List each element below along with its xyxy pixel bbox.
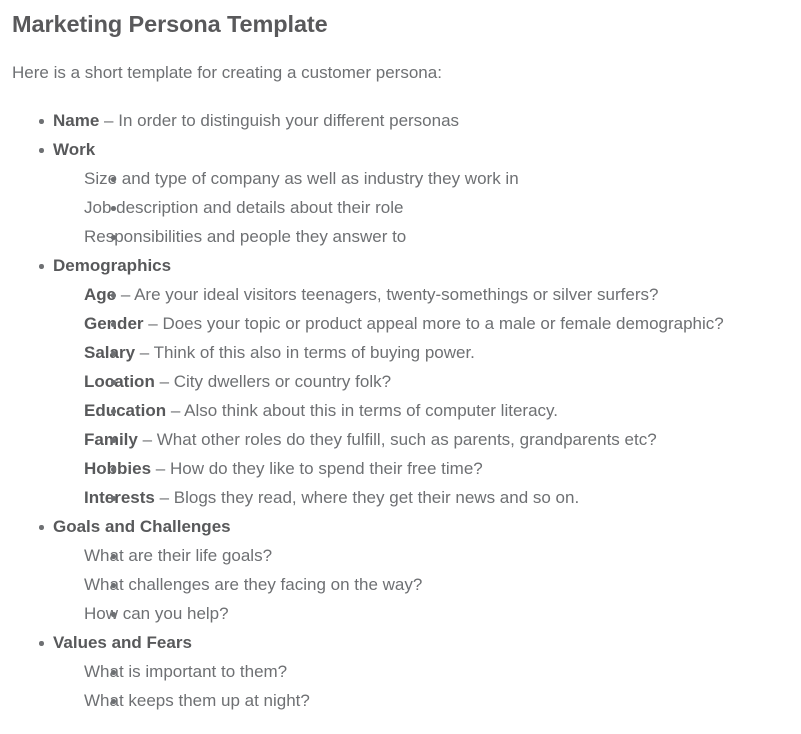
outline-description: Also think about this in terms of comput… [184,401,558,420]
outline-sublist: Size and type of company as well as indu… [53,164,789,251]
outline-sublist: What is important to them? What keeps the… [53,657,789,715]
outline-row-education: Education – Also think about this in ter… [84,396,789,425]
outline-term: Interests [84,488,155,507]
outline-row-job-description-and-details-about-their-role: Job description and details about their … [84,193,789,222]
outline-item: Name – In order to distinguish your diff… [12,106,789,135]
outline-row-size-and-type-of-company-as-well-as-industry-they-work-in: Size and type of company as well as indu… [84,164,789,193]
en-dash-separator: – [154,372,174,391]
outline-subitem: What challenges are they facing on the w… [53,570,789,599]
outline-row-what-challenges-are-they-facing-on-the-way: What challenges are they facing on the w… [84,570,789,599]
outline-term: Education [84,401,167,420]
en-dash-separator: – [99,111,119,130]
outline-row-how-can-you-help: How can you help? [84,599,789,628]
persona-outline-list: Name – In order to distinguish your diff… [12,84,789,715]
outline-term: Salary [84,343,136,362]
outline-row-salary: Salary – Think of this also in terms of … [84,338,789,367]
outline-subitem: Salary – Think of this also in terms of … [53,338,789,367]
outline-description: Are your ideal visitors teenagers, twent… [134,285,659,304]
outline-subitem: Gender – Does your topic or product appe… [53,309,789,338]
outline-term: Age [84,285,117,304]
outline-text: What is important to them? [84,662,288,681]
outline-term: Location [84,372,155,391]
outline-row-what-is-important-to-them: What is important to them? [84,657,789,686]
outline-term: Hobbies [84,459,152,478]
outline-text: What challenges are they facing on the w… [84,575,423,594]
outline-term: Name [53,111,100,130]
outline-subitem: Responsibilities and people they answer … [53,222,789,251]
outline-row-what-keeps-them-up-at-night: What keeps them up at night? [84,686,789,715]
outline-text: What keeps them up at night? [84,691,310,710]
outline-term: Work [53,140,96,159]
outline-text: Responsibilities and people they answer … [84,227,407,246]
outline-row-family: Family – What other roles do they fulfil… [84,425,789,454]
outline-row-name: Name – In order to distinguish your diff… [53,106,789,135]
outline-row-demographics: Demographics [53,251,789,280]
outline-sublist: What are their life goals? What challenge… [53,541,789,628]
en-dash-separator: – [135,343,154,362]
outline-sublist: Age – Are your ideal visitors teenagers,… [53,280,789,512]
outline-subitem: Family – What other roles do they fulfil… [53,425,789,454]
intro-paragraph: Here is a short template for creating a … [12,63,442,82]
outline-subitem: How can you help? [53,599,789,628]
outline-description: Think of this also in terms of buying po… [153,343,475,362]
outline-row-responsibilities-and-people-they-answer-to: Responsibilities and people they answer … [84,222,789,251]
page-title: Marketing Persona Template [12,11,328,37]
outline-term: Demographics [53,256,172,275]
outline-row-what-are-their-life-goals: What are their life goals? [84,541,789,570]
outline-row-hobbies: Hobbies – How do they like to spend thei… [84,454,789,483]
outline-item: Demographics Age – Are your ideal visitor… [12,251,789,512]
outline-item: Goals and Challenges What are their life … [12,512,789,628]
outline-text: What are their life goals? [84,546,273,565]
outline-subitem: Age – Are your ideal visitors teenagers,… [53,280,789,309]
outline-subitem: Education – Also think about this in ter… [53,396,789,425]
outline-row-location: Location – City dwellers or country folk… [84,367,789,396]
outline-row-work: Work [53,135,789,164]
outline-subitem: What keeps them up at night? [53,686,789,715]
en-dash-separator: – [143,314,163,333]
outline-subitem: Job description and details about their … [53,193,789,222]
outline-subitem: Location – City dwellers or country folk… [53,367,789,396]
outline-description: City dwellers or country folk? [173,372,392,391]
outline-description: What other roles do they fulfill, such a… [156,430,657,449]
outline-term: Goals and Challenges [53,517,231,536]
outline-row-values-and-fears: Values and Fears [53,628,789,657]
outline-subitem: Size and type of company as well as indu… [53,164,789,193]
outline-term: Values and Fears [53,633,192,652]
outline-row-interests: Interests – Blogs they read, where they … [84,483,789,512]
outline-item: Work Size and type of company as well as … [12,135,789,251]
en-dash-separator: – [166,401,185,420]
outline-description: How do they like to spend their free tim… [169,459,483,478]
outline-subitem: What is important to them? [53,657,789,686]
outline-item: Values and Fears What is important to the… [12,628,789,715]
outline-text: How can you help? [84,604,229,623]
outline-description: Does your topic or product appeal more t… [162,314,724,333]
outline-description: Blogs they read, where they get their ne… [173,488,580,507]
outline-row-goals-and-challenges: Goals and Challenges [53,512,789,541]
en-dash-separator: – [154,488,174,507]
outline-text: Size and type of company as well as indu… [84,169,519,188]
outline-term: Family [84,430,138,449]
outline-term: Gender [84,314,144,333]
en-dash-separator: – [116,285,135,304]
outline-subitem: What are their life goals? [53,541,789,570]
outline-text: Job description and details about their … [84,198,404,217]
outline-subitem: Interests – Blogs they read, where they … [53,483,789,512]
en-dash-separator: – [137,430,157,449]
outline-row-age: Age – Are your ideal visitors teenagers,… [84,280,789,309]
outline-row-gender: Gender – Does your topic or product appe… [84,309,789,338]
en-dash-separator: – [151,459,170,478]
outline-subitem: Hobbies – How do they like to spend thei… [53,454,789,483]
outline-description: In order to distinguish your different p… [118,111,460,130]
document-body: Marketing Persona Template Here is a sho… [0,0,801,715]
